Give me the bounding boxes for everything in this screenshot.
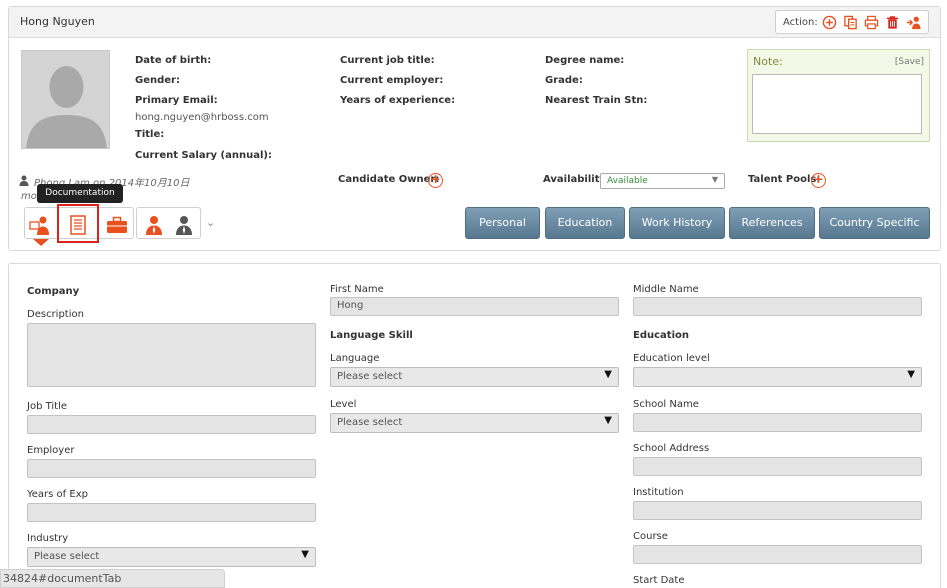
- talent-pools-label: Talent Pools:: [748, 174, 821, 185]
- institution-input[interactable]: [633, 501, 922, 520]
- candidate-name: Hong Nguyen: [20, 15, 95, 28]
- browser-status-bar: 34824#documentTab: [0, 569, 225, 588]
- years-exp-label: Years of Exp: [27, 489, 88, 500]
- current-employer-label: Current employer:: [340, 75, 444, 86]
- dropdown-arrow-icon: ▼: [907, 369, 915, 380]
- availability-select[interactable]: Available ▼: [600, 173, 725, 189]
- employer-label: Employer: [27, 445, 75, 456]
- school-address-input[interactable]: [633, 457, 922, 476]
- tab-references[interactable]: References: [729, 207, 815, 239]
- school-address-label: School Address: [633, 443, 710, 454]
- candidate-owner-label: Candidate Owner:: [338, 174, 440, 185]
- transfer-user-icon[interactable]: [906, 15, 921, 30]
- modified-by-text: mo: [21, 191, 37, 202]
- note-label: Note:: [753, 55, 783, 68]
- middle-name-input[interactable]: [633, 297, 922, 316]
- profile-header: Hong Nguyen Action:: [9, 7, 940, 38]
- documentation-tab-highlight: [57, 204, 99, 243]
- level-select[interactable]: Please select ▼: [330, 413, 619, 433]
- middle-name-label: Middle Name: [633, 284, 699, 295]
- active-tab-caret: [33, 239, 49, 246]
- tab-personal[interactable]: Personal: [465, 207, 540, 239]
- education-level-label: Education level: [633, 353, 710, 364]
- action-toolbar: Action:: [775, 10, 929, 34]
- school-name-input[interactable]: [633, 413, 922, 432]
- language-skill-heading: Language Skill: [330, 330, 413, 341]
- job-title-label: Job Title: [27, 401, 68, 412]
- first-name-label: First Name: [330, 284, 384, 295]
- level-select-value: Please select: [337, 417, 403, 428]
- language-label: Language: [330, 353, 380, 364]
- level-label: Level: [330, 399, 357, 410]
- contact-person-icon[interactable]: [143, 214, 165, 236]
- note-box: Note: [Save]: [747, 49, 930, 142]
- dropdown-arrow-icon: ▼: [604, 369, 612, 380]
- tab-work-history[interactable]: Work History: [629, 207, 725, 239]
- current-job-title-label: Current job title:: [340, 55, 435, 66]
- candidate-avatar: [21, 50, 110, 149]
- documentation-form-panel: Company Description Job Title Employer Y…: [8, 263, 941, 588]
- documentation-tooltip: Documentation: [37, 184, 123, 203]
- dob-label: Date of birth:: [135, 55, 212, 66]
- action-label: Action:: [783, 17, 818, 28]
- years-exp-input[interactable]: [27, 503, 316, 522]
- briefcase-icon[interactable]: [106, 214, 128, 236]
- profile-tab-icon[interactable]: [29, 214, 51, 236]
- title-label: Title:: [135, 129, 165, 140]
- description-textarea[interactable]: [27, 323, 316, 387]
- add-icon[interactable]: [822, 15, 837, 30]
- company-heading: Company: [27, 286, 80, 297]
- gender-label: Gender:: [135, 75, 180, 86]
- industry-label: Industry: [27, 533, 69, 544]
- industry-select-value: Please select: [34, 551, 100, 562]
- nearest-train-label: Nearest Train Stn:: [545, 95, 648, 106]
- note-save-link[interactable]: [Save]: [895, 57, 924, 67]
- institution-label: Institution: [633, 487, 684, 498]
- note-textarea[interactable]: [752, 74, 922, 134]
- referee-person-icon[interactable]: [173, 214, 195, 236]
- start-date-label: Start Date: [633, 575, 685, 586]
- current-salary-label: Current Salary (annual):: [135, 150, 272, 161]
- candidate-profile-panel: Hong Nguyen Action: Date of birth: Gende…: [8, 6, 941, 251]
- description-label: Description: [27, 309, 84, 320]
- course-input[interactable]: [633, 545, 922, 564]
- primary-email-label: Primary Email:: [135, 95, 218, 106]
- tab-education[interactable]: Education: [545, 207, 625, 239]
- tab-country-specific[interactable]: Country Specific: [819, 207, 930, 239]
- school-name-label: School Name: [633, 399, 699, 410]
- years-experience-label: Years of experience:: [340, 95, 456, 106]
- double-chevron-down-icon[interactable]: ⌄: [206, 216, 215, 229]
- dropdown-arrow-icon: ▼: [604, 415, 612, 426]
- grade-label: Grade:: [545, 75, 583, 86]
- language-select-value: Please select: [337, 371, 403, 382]
- add-talent-pool-icon[interactable]: +: [811, 173, 826, 188]
- print-icon[interactable]: [864, 15, 879, 30]
- industry-select[interactable]: Please select ▼: [27, 547, 316, 567]
- availability-value: Available: [607, 176, 648, 186]
- copy-icon[interactable]: [843, 15, 858, 30]
- add-candidate-owner-icon[interactable]: +: [428, 173, 443, 188]
- job-title-input[interactable]: [27, 415, 316, 434]
- dropdown-arrow-icon: ▼: [301, 549, 309, 560]
- delete-icon[interactable]: [885, 15, 900, 30]
- user-icon: [19, 175, 29, 186]
- employer-input[interactable]: [27, 459, 316, 478]
- education-heading: Education: [633, 330, 689, 341]
- course-label: Course: [633, 531, 668, 542]
- education-level-select[interactable]: ▼: [633, 367, 922, 387]
- primary-email-value[interactable]: hong.nguyen@hrboss.com: [135, 112, 269, 123]
- chevron-down-icon: ▼: [711, 175, 718, 184]
- language-select[interactable]: Please select ▼: [330, 367, 619, 387]
- first-name-input[interactable]: Hong: [330, 297, 619, 316]
- contacts-icon-tabs: [136, 207, 201, 239]
- degree-name-label: Degree name:: [545, 55, 625, 66]
